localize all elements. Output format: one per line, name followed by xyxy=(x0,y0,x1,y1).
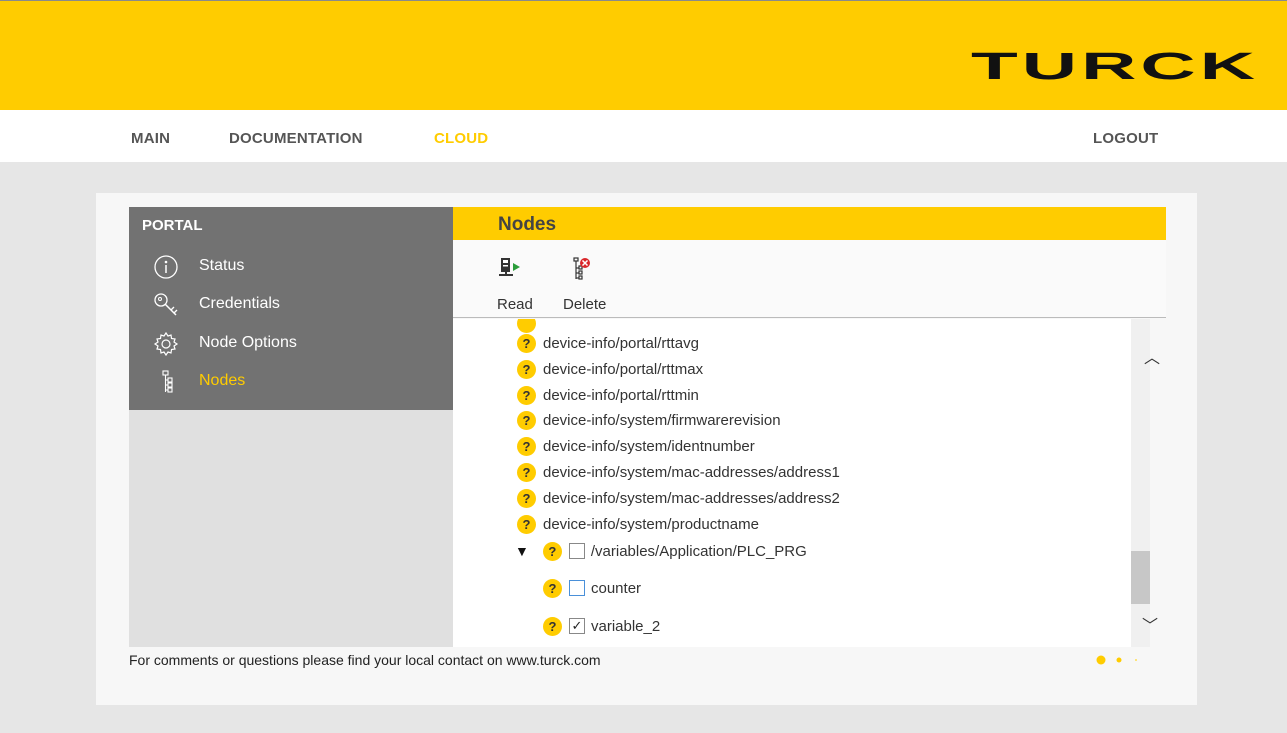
counter-checkbox[interactable] xyxy=(569,580,585,596)
folder-checkbox[interactable] xyxy=(568,543,585,559)
expand-triangle-icon[interactable]: ▼ xyxy=(515,543,529,559)
tree-row-label: device-info/system/productname xyxy=(543,515,759,533)
page-title: Nodes xyxy=(498,214,557,235)
gear-icon xyxy=(153,331,179,357)
nav-documentation[interactable]: DOCUMENTATION xyxy=(229,130,363,147)
nodes-header: Nodes xyxy=(453,207,1166,240)
sidebar: PORTAL Status Credentials Node Options N… xyxy=(129,207,453,647)
sidebar-title: PORTAL xyxy=(142,217,203,234)
scrollbar-thumb[interactable] xyxy=(1131,551,1150,604)
tree-child-row[interactable]: ? ✓ variable_2 xyxy=(543,615,660,637)
tree-row[interactable]: ? device-info/portal/rttmin xyxy=(517,384,699,406)
tree-icon xyxy=(162,370,173,393)
help-badge-icon: ? xyxy=(543,616,562,636)
tree-row-label: device-info/portal/rttavg xyxy=(543,334,699,352)
nav-main[interactable]: MAIN xyxy=(131,130,170,147)
read-icon xyxy=(499,258,520,276)
tree-row[interactable]: ? device-info/portal/rttmax xyxy=(517,358,703,380)
help-badge-icon: ? xyxy=(517,462,536,482)
tree-row-label: device-info/system/mac-addresses/address… xyxy=(543,489,840,507)
tree-row[interactable]: ? device-info/system/mac-addresses/addre… xyxy=(517,487,840,509)
help-badge-icon xyxy=(517,319,536,333)
variable-2-checkbox[interactable]: ✓ xyxy=(569,618,585,634)
tree-row-label: counter xyxy=(591,579,642,597)
tree-row[interactable]: ? device-info/system/mac-addresses/addre… xyxy=(517,461,840,483)
turck-logo: TURCK xyxy=(971,51,1259,83)
help-badge-icon: ? xyxy=(543,578,562,598)
sidebar-item-nodes[interactable]: Nodes xyxy=(129,364,453,402)
sidebar-item-label: Status xyxy=(199,257,245,274)
tree-child-row[interactable]: ? counter xyxy=(543,577,641,599)
tree-row[interactable]: ? device-info/portal/rttavg xyxy=(517,332,699,354)
node-tree: ? device-info/portal/rttavg ? device-inf… xyxy=(453,319,1150,647)
svg-text:TURCK: TURCK xyxy=(971,51,1259,83)
tree-row-label: device-info/portal/rttmin xyxy=(543,386,699,404)
help-badge-icon: ? xyxy=(517,488,536,508)
chevron-down-icon[interactable]: ﹀ xyxy=(1142,612,1158,636)
tree-row-label: device-info/system/mac-addresses/address… xyxy=(543,463,840,481)
footer-text: For comments or questions please find yo… xyxy=(129,652,601,668)
tree-row[interactable]: ? device-info/system/identnumber xyxy=(517,435,755,457)
top-navigation: MAIN DOCUMENTATION CLOUD LOGOUT xyxy=(0,110,1287,162)
sidebar-item-label: Node Options xyxy=(199,334,297,351)
sidebar-menu: PORTAL Status Credentials Node Options N… xyxy=(129,207,453,410)
help-badge-icon: ? xyxy=(517,514,536,534)
key-icon xyxy=(154,293,178,316)
sidebar-item-credentials[interactable]: Credentials xyxy=(129,287,453,325)
sidebar-item-label: Nodes xyxy=(199,372,246,389)
chevron-up-icon[interactable]: ︿ xyxy=(1144,344,1160,368)
header-bar: TURCK xyxy=(0,0,1287,110)
help-badge-icon: ? xyxy=(517,333,536,353)
tree-row-label: variable_2 xyxy=(591,617,661,635)
delete-label: Delete xyxy=(563,296,607,313)
tree-folder-row[interactable]: ▼ ? /variables/Application/PLC_PRG xyxy=(515,540,807,562)
read-button[interactable]: Read xyxy=(496,252,542,314)
sidebar-item-status[interactable]: Status xyxy=(129,249,453,287)
tree-row-label: device-info/portal/rttmax xyxy=(543,360,704,378)
info-icon xyxy=(154,255,178,279)
help-badge-icon: ? xyxy=(542,541,562,561)
loading-dots-icon xyxy=(1096,655,1137,665)
nav-logout[interactable]: LOGOUT xyxy=(1093,130,1158,147)
toolbar: Read Delete xyxy=(453,240,1166,318)
help-badge-icon: ? xyxy=(517,410,536,430)
help-badge-icon: ? xyxy=(517,385,536,405)
tree-row-label: device-info/system/identnumber xyxy=(543,437,755,455)
sidebar-item-node-options[interactable]: Node Options xyxy=(129,326,453,364)
tree-row-label: /variables/Application/PLC_PRG xyxy=(590,542,807,560)
help-badge-icon: ? xyxy=(517,436,536,456)
tree-row-label: device-info/system/firmwarerevision xyxy=(543,411,781,429)
sidebar-item-label: Credentials xyxy=(199,295,280,312)
delete-button[interactable]: Delete xyxy=(562,252,616,314)
tree-row[interactable]: ? device-info/system/firmwarerevision xyxy=(517,409,781,431)
nav-cloud[interactable]: CLOUD xyxy=(434,130,488,147)
tree-row[interactable]: ? device-info/system/productname xyxy=(517,513,759,535)
help-badge-icon: ? xyxy=(517,359,536,379)
delete-icon xyxy=(573,257,590,280)
read-label: Read xyxy=(497,296,533,313)
